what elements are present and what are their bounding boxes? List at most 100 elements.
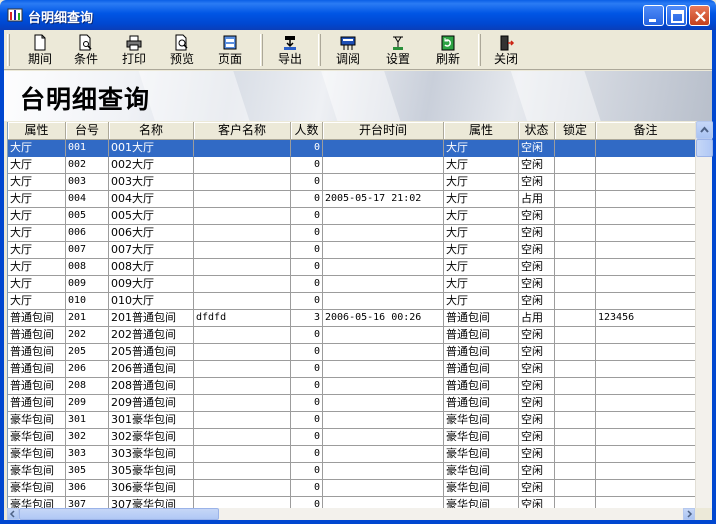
column-header-attribute-2[interactable]: 属性	[444, 122, 519, 140]
cell-locked	[555, 191, 596, 208]
cell-attribute: 豪华包间	[8, 463, 66, 480]
table-row[interactable]: 豪华包间 305 305豪华包间 0 豪华包间 空闲	[8, 463, 695, 480]
horizontal-scrollbar[interactable]	[7, 508, 695, 520]
table-row[interactable]: 大厅 002 002大厅 0 大厅 空闲	[8, 157, 695, 174]
chevron-right-icon	[687, 510, 693, 518]
vertical-scrollbar[interactable]	[695, 121, 713, 508]
cell-attribute-2: 大厅	[444, 242, 519, 259]
cell-attribute-2: 大厅	[444, 259, 519, 276]
toolbar: 期间 条件 打印 预览 页面 导出 调阅 设置 刷新 关闭	[4, 30, 712, 70]
table-row[interactable]: 大厅 004 004大厅 0 2005-05-17 21:02 大厅 占用	[8, 191, 695, 208]
column-header-table-no[interactable]: 台号	[66, 122, 109, 140]
cell-name: 307豪华包间	[109, 497, 194, 508]
table-row[interactable]: 大厅 001 001大厅 0 大厅 空闲	[8, 140, 695, 157]
table-row[interactable]: 普通包间 201 201普通包间 dfdfd 3 2006-05-16 00:26 普通包间…	[8, 310, 695, 327]
window-frame-right	[712, 30, 716, 524]
cell-attribute-2: 豪华包间	[444, 446, 519, 463]
table-row[interactable]: 普通包间 208 208普通包间 0 普通包间 空闲	[8, 378, 695, 395]
maximize-button[interactable]	[666, 5, 687, 26]
cell-remarks	[596, 361, 695, 378]
table-row[interactable]: 豪华包间 307 307豪华包间 0 豪华包间 空闲	[8, 497, 695, 508]
column-header-attribute[interactable]: 属性	[8, 122, 66, 140]
cell-status: 空闲	[519, 395, 555, 412]
cell-guests: 0	[291, 208, 323, 225]
scroll-up-button[interactable]	[696, 121, 713, 139]
scroll-right-button[interactable]	[683, 508, 695, 520]
column-header-status[interactable]: 状态	[519, 122, 555, 140]
cell-name: 205普通包间	[109, 344, 194, 361]
condition-button[interactable]: 条件	[68, 33, 104, 67]
horizontal-scroll-thumb[interactable]	[19, 508, 219, 520]
cell-open-time	[323, 429, 444, 446]
table-row[interactable]: 大厅 008 008大厅 0 大厅 空闲	[8, 259, 695, 276]
table-row[interactable]: 豪华包间 301 301豪华包间 0 豪华包间 空闲	[8, 412, 695, 429]
cell-status: 空闲	[519, 259, 555, 276]
cell-customer	[194, 412, 291, 429]
cell-table-no: 008	[66, 259, 109, 276]
cell-table-no: 202	[66, 327, 109, 344]
table-row[interactable]: 普通包间 202 202普通包间 0 普通包间 空闲	[8, 327, 695, 344]
table-row[interactable]: 豪华包间 306 306豪华包间 0 豪华包间 空闲	[8, 480, 695, 497]
table-row[interactable]: 普通包间 206 206普通包间 0 普通包间 空闲	[8, 361, 695, 378]
cell-attribute-2: 普通包间	[444, 395, 519, 412]
cell-name: 306豪华包间	[109, 480, 194, 497]
cell-guests: 0	[291, 395, 323, 412]
table-row[interactable]: 豪华包间 302 302豪华包间 0 豪华包间 空闲	[8, 429, 695, 446]
cell-customer	[194, 327, 291, 344]
table-row[interactable]: 大厅 010 010大厅 0 大厅 空闲	[8, 293, 695, 310]
export-button[interactable]: 导出	[272, 33, 308, 67]
table-header-row: 属性 台号 名称 客户名称 人数 开台时间 属性 状态 锁定 备注	[8, 122, 695, 140]
minimize-button[interactable]	[643, 5, 664, 26]
close-window-button[interactable]	[689, 5, 710, 26]
cell-guests: 0	[291, 361, 323, 378]
settings-button[interactable]: 设置	[380, 33, 416, 67]
page-search-icon	[79, 34, 92, 51]
cell-customer	[194, 344, 291, 361]
table-row[interactable]: 大厅 007 007大厅 0 大厅 空闲	[8, 242, 695, 259]
cell-open-time	[323, 497, 444, 508]
report-banner: 台明细查询	[4, 71, 712, 121]
cell-table-no: 009	[66, 276, 109, 293]
scroll-left-button[interactable]	[7, 508, 19, 520]
column-header-guests[interactable]: 人数	[291, 122, 323, 140]
vertical-scroll-thumb[interactable]	[696, 139, 713, 157]
period-button[interactable]: 期间	[22, 33, 58, 67]
cell-customer	[194, 140, 291, 157]
cell-customer	[194, 157, 291, 174]
cell-table-no: 002	[66, 157, 109, 174]
cell-remarks: 123456	[596, 310, 695, 327]
table-row[interactable]: 大厅 009 009大厅 0 大厅 空闲	[8, 276, 695, 293]
print-button[interactable]: 打印	[116, 33, 152, 67]
table-row[interactable]: 普通包间 205 205普通包间 0 普通包间 空闲	[8, 344, 695, 361]
page-setup-button[interactable]: 页面	[212, 33, 248, 67]
toolbar-grip[interactable]	[7, 34, 10, 66]
preview-button[interactable]: 预览	[164, 33, 200, 67]
close-button[interactable]: 关闭	[488, 33, 524, 67]
column-header-name[interactable]: 名称	[109, 122, 194, 140]
cell-status: 空闲	[519, 140, 555, 157]
column-header-customer[interactable]: 客户名称	[194, 122, 291, 140]
cell-attribute-2: 豪华包间	[444, 412, 519, 429]
banner-decoration	[507, 71, 611, 121]
cell-attribute: 大厅	[8, 191, 66, 208]
refresh-button[interactable]: 刷新	[430, 33, 466, 67]
cell-open-time	[323, 395, 444, 412]
table-row[interactable]: 大厅 003 003大厅 0 大厅 空闲	[8, 174, 695, 191]
title-bar[interactable]: 台明细查询	[0, 0, 716, 30]
table-row[interactable]: 普通包间 209 209普通包间 0 普通包间 空闲	[8, 395, 695, 412]
column-header-open-time[interactable]: 开台时间	[323, 122, 444, 140]
cell-customer	[194, 259, 291, 276]
column-header-locked[interactable]: 锁定	[555, 122, 596, 140]
cell-attribute: 大厅	[8, 276, 66, 293]
table-row[interactable]: 大厅 005 005大厅 0 大厅 空闲	[8, 208, 695, 225]
cell-open-time	[323, 208, 444, 225]
detail-table[interactable]: 属性 台号 名称 客户名称 人数 开台时间 属性 状态 锁定 备注 大厅 001 0…	[7, 122, 695, 508]
cell-remarks	[596, 140, 695, 157]
column-header-remarks[interactable]: 备注	[596, 122, 695, 140]
refresh-icon	[441, 35, 455, 51]
table-row[interactable]: 豪华包间 303 303豪华包间 0 豪华包间 空闲	[8, 446, 695, 463]
cell-guests: 0	[291, 480, 323, 497]
cell-remarks	[596, 191, 695, 208]
table-row[interactable]: 大厅 006 006大厅 0 大厅 空闲	[8, 225, 695, 242]
review-button[interactable]: 调阅	[330, 33, 366, 67]
